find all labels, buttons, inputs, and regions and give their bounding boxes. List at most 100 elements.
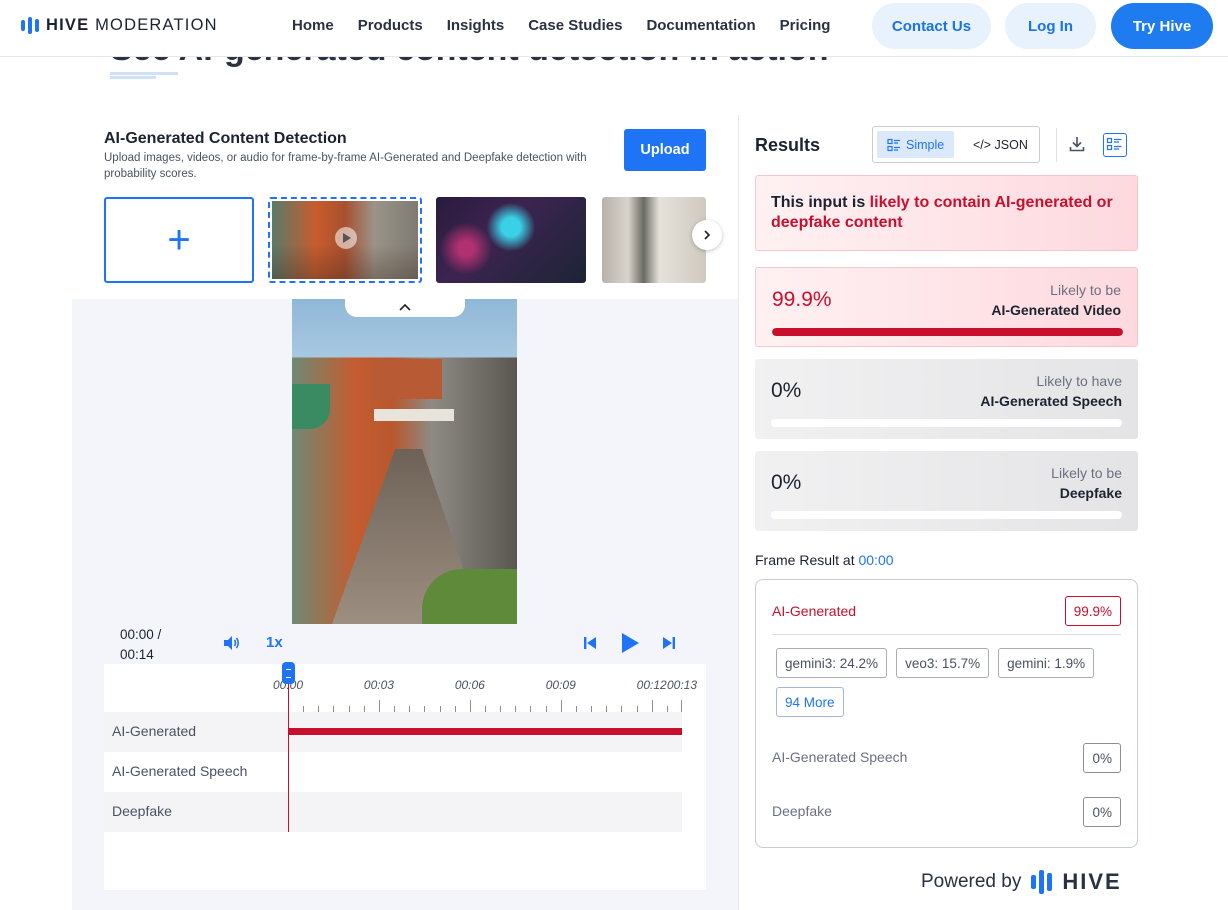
track-ai-generated: AI-Generated — [104, 712, 682, 752]
hive-logo-icon — [1031, 870, 1053, 894]
score-label: Likely to be AI-Generated Video — [991, 282, 1121, 318]
video-scene-building — [372, 359, 442, 399]
results-title: Results — [755, 135, 821, 155]
ruler-tick — [681, 700, 682, 712]
frame-deepfake-score: 0% — [1083, 797, 1121, 827]
ruler-tick — [651, 700, 653, 712]
nav-pricing[interactable]: Pricing — [780, 17, 831, 34]
nav-home[interactable]: Home — [292, 17, 334, 34]
hive-logo-icon — [21, 17, 39, 34]
detection-bar — [288, 728, 682, 735]
view-simple-tab[interactable]: Simple — [877, 131, 955, 158]
ruler-label: 00:09 — [545, 678, 576, 692]
upload-button[interactable]: Upload — [624, 129, 706, 171]
try-hive-button[interactable]: Try Hive — [1111, 3, 1213, 49]
title-underline — [110, 72, 178, 75]
sample-thumbnail-cyberpunk[interactable] — [436, 197, 586, 283]
score-percent: 99.9% — [772, 288, 832, 311]
score-label: Likely to be Deepfake — [1051, 465, 1122, 501]
model-chip: gemini3: 24.2% — [776, 648, 888, 678]
video-preview[interactable] — [292, 299, 517, 624]
time-display: 00:00 / 00:14 — [120, 627, 162, 662]
frame-ai-score: 99.9% — [1064, 596, 1121, 626]
more-models-button[interactable]: 94 More — [776, 687, 844, 717]
frame-result-heading: Frame Result at 00:00 — [755, 552, 894, 568]
playhead-line — [288, 684, 289, 832]
title-underline-short — [110, 76, 156, 79]
video-scene-foliage — [422, 569, 517, 624]
frame-result-panel: AI-Generated 99.9% gemini3: 24.2% veo3: … — [755, 579, 1138, 848]
plus-icon: + — [167, 218, 191, 262]
timeline-ruler[interactable]: 00:0000:0300:0600:0900:1200:13 — [273, 678, 697, 712]
panel-divider — [738, 115, 739, 910]
collapse-preview-button[interactable] — [345, 296, 465, 317]
frame-speech-score: 0% — [1083, 743, 1121, 773]
player-controls: 00:00 / 00:14 1x — [104, 624, 706, 664]
hive-logo[interactable]: HIVE MODERATION — [21, 16, 218, 35]
details-list-icon[interactable] — [1103, 133, 1127, 157]
chevron-right-icon — [704, 230, 711, 240]
score-percent: 0% — [771, 379, 802, 402]
score-card-ai-speech: 0% Likely to have AI-Generated Speech — [755, 359, 1138, 439]
chevron-up-icon — [399, 303, 411, 311]
detector-subtitle: Upload images, videos, or audio for fram… — [104, 152, 587, 180]
view-toggle: Simple </> JSON — [872, 126, 1040, 163]
score-percent: 0% — [771, 471, 802, 494]
view-json-tab[interactable]: </> JSON — [963, 131, 1038, 158]
verdict-banner: This input is likely to contain AI-gener… — [755, 175, 1138, 251]
video-scene-sign — [374, 409, 454, 421]
frame-deepfake-label: Deepfake — [772, 803, 832, 819]
score-card-ai-video: 99.9% Likely to be AI-Generated Video — [755, 267, 1138, 347]
video-player: 00:00 / 00:14 1x 00:0000:0300:0600:0900:… — [104, 624, 706, 890]
site-header: HIVE MODERATION Home Products Insights C… — [0, 0, 1228, 57]
model-chips: gemini3: 24.2% veo3: 15.7% gemini: 1.9% … — [776, 648, 1121, 717]
ruler-label: 00:12 — [636, 678, 667, 692]
frame-ai-label: AI-Generated — [772, 603, 857, 619]
score-fill — [772, 328, 1123, 336]
ruler-tick — [560, 700, 562, 712]
score-track — [771, 419, 1122, 427]
skip-forward-icon[interactable] — [661, 635, 677, 651]
sample-thumbnail-market-video[interactable] — [268, 197, 422, 283]
track-deepfake: Deepfake — [104, 792, 682, 832]
score-card-deepfake: 0% Likely to be Deepfake — [755, 451, 1138, 531]
frame-divider — [772, 634, 1121, 635]
volume-icon[interactable] — [221, 633, 241, 653]
ruler-label: 00:06 — [454, 678, 485, 692]
nav-documentation[interactable]: Documentation — [646, 17, 755, 34]
model-chip: gemini: 1.9% — [998, 648, 1095, 678]
download-icon[interactable] — [1067, 134, 1087, 154]
toolbar-separator — [1056, 128, 1057, 162]
add-media-tile[interactable]: + — [104, 197, 254, 283]
thumbnail-image — [272, 201, 418, 279]
log-in-button[interactable]: Log In — [1005, 3, 1096, 49]
track-label: Deepfake — [112, 803, 172, 819]
nav-products[interactable]: Products — [358, 17, 423, 34]
contact-us-button[interactable]: Contact Us — [872, 3, 991, 49]
score-track — [771, 511, 1122, 519]
main-nav: Home Products Insights Case Studies Docu… — [292, 17, 830, 34]
thumbnails-next-button[interactable] — [692, 220, 722, 250]
play-icon — [335, 227, 357, 249]
logo-text: HIVE MODERATION — [46, 16, 218, 34]
powered-by-hive: Powered by HIVE — [921, 869, 1122, 894]
track-label: AI-Generated — [112, 723, 197, 739]
ruler-tick — [378, 700, 380, 712]
score-label: Likely to have AI-Generated Speech — [980, 373, 1122, 409]
skip-back-icon[interactable] — [582, 635, 598, 651]
ruler-label: 00:13 — [666, 678, 698, 692]
nav-insights[interactable]: Insights — [447, 17, 505, 34]
video-scene-tree — [292, 384, 330, 429]
sample-thumbnail-interior[interactable] — [602, 197, 706, 283]
nav-case-studies[interactable]: Case Studies — [528, 17, 622, 34]
playback-speed-button[interactable]: 1x — [266, 634, 283, 651]
list-layout-icon — [887, 138, 900, 151]
frame-speech-label: AI-Generated Speech — [772, 749, 908, 765]
score-track — [772, 328, 1123, 336]
ruler-label: 00:03 — [363, 678, 394, 692]
play-icon[interactable] — [619, 631, 641, 655]
scrubber-handle[interactable] — [282, 662, 295, 684]
track-ai-generated-speech: AI-Generated Speech — [104, 752, 682, 792]
ruler-tick — [469, 700, 471, 712]
detector-title: AI-Generated Content Detection — [104, 130, 347, 147]
